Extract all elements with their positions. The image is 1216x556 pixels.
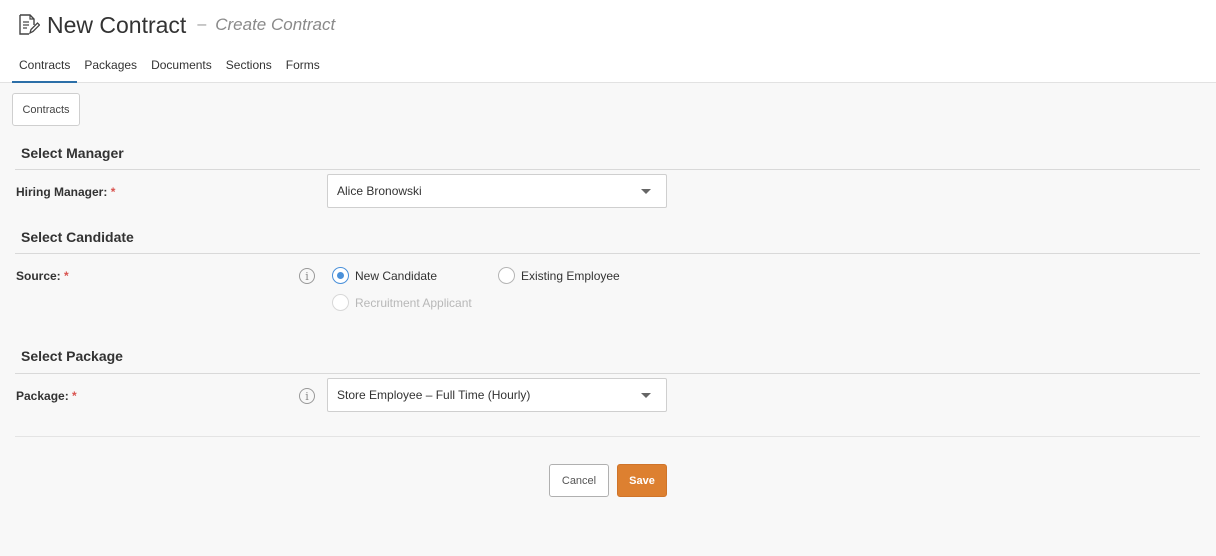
radio-button-disabled (332, 294, 349, 311)
tab-sections[interactable]: Sections (219, 52, 279, 83)
hiring-manager-select[interactable]: Alice Bronowski (327, 174, 667, 208)
package-label: Package: * (16, 389, 77, 403)
page-header: New Contract – Create Contract Contracts… (0, 0, 1216, 83)
source-label-text: Source: (16, 269, 61, 283)
required-marker: * (110, 185, 116, 199)
section-title-manager: Select Manager (21, 145, 124, 161)
radio-new-candidate[interactable]: New Candidate (332, 267, 437, 284)
section-divider (15, 253, 1200, 254)
section-title-candidate: Select Candidate (21, 229, 134, 245)
radio-button-checked[interactable] (332, 267, 349, 284)
package-select[interactable]: Store Employee – Full Time (Hourly) (327, 378, 667, 412)
title-row: New Contract – Create Contract (16, 10, 335, 40)
radio-label: Recruitment Applicant (355, 295, 472, 310)
edit-document-icon (19, 14, 40, 35)
caret-down-icon (641, 393, 651, 398)
radio-recruitment-applicant: Recruitment Applicant (332, 294, 472, 311)
page-subtitle: Create Contract (215, 15, 336, 34)
save-button[interactable]: Save (617, 464, 667, 497)
package-label-text: Package: (16, 389, 69, 403)
hiring-manager-label-text: Hiring Manager: (16, 185, 108, 199)
cancel-button[interactable]: Cancel (549, 464, 609, 497)
radio-button[interactable] (498, 267, 515, 284)
radio-label: Existing Employee (521, 268, 620, 283)
required-marker: * (64, 269, 69, 283)
section-divider (15, 373, 1200, 374)
tab-documents[interactable]: Documents (144, 52, 219, 83)
radio-existing-employee[interactable]: Existing Employee (498, 267, 620, 284)
section-divider (15, 169, 1200, 170)
breadcrumb-contracts-button[interactable]: Contracts (12, 93, 80, 126)
caret-down-icon (641, 189, 651, 194)
info-icon[interactable]: i (299, 268, 315, 284)
tab-contracts[interactable]: Contracts (12, 52, 78, 83)
hiring-manager-label: Hiring Manager: * (16, 185, 115, 199)
title-separator: – (197, 16, 207, 33)
tab-packages[interactable]: Packages (77, 52, 144, 83)
footer-divider (15, 436, 1200, 437)
hiring-manager-value: Alice Bronowski (337, 184, 422, 198)
tab-forms[interactable]: Forms (279, 52, 327, 83)
page-title: New Contract (47, 11, 187, 38)
info-icon[interactable]: i (299, 388, 315, 404)
source-label: Source: * (16, 269, 69, 283)
required-marker: * (72, 389, 77, 403)
package-value: Store Employee – Full Time (Hourly) (337, 388, 531, 402)
section-title-package: Select Package (21, 348, 123, 364)
tab-bar: Contracts Packages Documents Sections Fo… (12, 52, 327, 83)
radio-label: New Candidate (355, 268, 438, 283)
